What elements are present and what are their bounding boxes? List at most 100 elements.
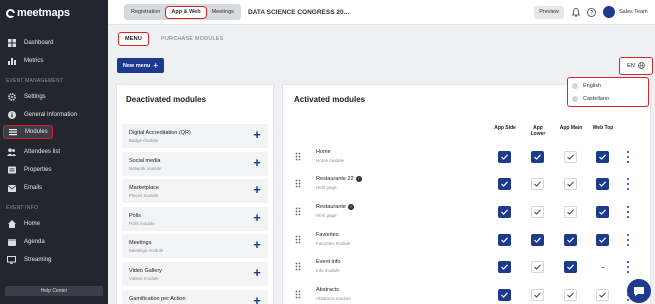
- checkbox-app-lower[interactable]: [531, 261, 544, 273]
- checkbox-app-lower[interactable]: [531, 151, 544, 163]
- preview-button[interactable]: Preview: [534, 6, 564, 19]
- add-module-button[interactable]: +: [252, 211, 262, 224]
- checkbox-app-main[interactable]: [564, 289, 577, 301]
- language-option-castellano[interactable]: Castellano: [568, 92, 648, 105]
- sidebar-item-settings[interactable]: Settings: [3, 90, 105, 104]
- avatar: [603, 6, 615, 18]
- checkbox-web-top-disabled: [596, 261, 609, 273]
- sidebar-item-label: Settings: [24, 94, 46, 100]
- language-dropdown: English Castellano: [567, 77, 649, 107]
- checkbox-web-top[interactable]: [596, 151, 609, 163]
- more-options-icon[interactable]: [626, 206, 630, 218]
- checkbox-web-top[interactable]: [596, 289, 609, 301]
- checkbox-app-main[interactable]: [564, 178, 577, 190]
- language-option-english[interactable]: English: [568, 79, 648, 92]
- sidebar-item-emails[interactable]: Emails: [3, 181, 105, 195]
- checkbox-app-lower[interactable]: [531, 206, 544, 218]
- language-current: EN: [627, 63, 635, 69]
- module-type: Network module: [129, 166, 162, 171]
- list-icon: [8, 128, 17, 137]
- sidebar-item-label: Agenda: [24, 239, 45, 245]
- drag-handle-icon[interactable]: [295, 179, 301, 188]
- checkbox-app-side[interactable]: [498, 178, 511, 190]
- brand-logo[interactable]: meetmaps: [6, 7, 70, 19]
- add-module-button[interactable]: +: [252, 238, 262, 251]
- language-selector[interactable]: EN: [619, 57, 653, 75]
- checkbox-app-main[interactable]: [564, 206, 577, 218]
- sidebar-item-attendees-list[interactable]: Attendees list: [3, 145, 105, 159]
- sidebar-item-general-information[interactable]: General Information: [3, 108, 105, 122]
- module-name: Abstracts: [316, 287, 339, 293]
- add-module-button[interactable]: +: [252, 266, 262, 279]
- drag-handle-icon[interactable]: [295, 207, 301, 216]
- sidebar-item-metrics[interactable]: Metrics: [3, 54, 105, 68]
- list-item: Gamification per Action +: [122, 290, 268, 304]
- drag-handle-icon[interactable]: [295, 152, 301, 161]
- info-icon[interactable]: i: [355, 176, 362, 182]
- sidebar-item-label: Modules: [25, 129, 48, 135]
- module-name: Marketplace: [129, 185, 159, 191]
- brand-name: meetmaps: [17, 7, 70, 19]
- checkbox-app-lower[interactable]: [531, 234, 544, 246]
- module-name: Polls: [129, 213, 141, 219]
- sidebar-item-agenda[interactable]: Agenda: [3, 235, 105, 249]
- section-label-event-info: EVENT INFO: [6, 205, 38, 211]
- new-menu-button[interactable]: New menu +: [117, 58, 164, 73]
- more-options-icon[interactable]: [626, 234, 630, 246]
- more-options-icon[interactable]: [626, 261, 630, 273]
- sidebar-item-streaming[interactable]: Streaming: [3, 253, 105, 267]
- column-header-app-side: App Side: [494, 125, 516, 131]
- help-center-button[interactable]: Help Center: [5, 286, 103, 296]
- more-options-icon[interactable]: [626, 178, 630, 190]
- tab-registration[interactable]: Registration: [126, 6, 165, 18]
- checkbox-web-top[interactable]: [596, 178, 609, 190]
- list-item: Meetings Meetings module +: [122, 234, 268, 258]
- module-type: Badge module: [129, 138, 159, 143]
- calendar-icon: [7, 238, 16, 247]
- table-row: Favorites Favorites module: [290, 227, 645, 253]
- drag-handle-icon[interactable]: [295, 235, 301, 244]
- tab-purchase-modules[interactable]: PURCHASE MODULES: [161, 36, 224, 42]
- checkbox-app-lower[interactable]: [531, 289, 544, 301]
- checkbox-app-side[interactable]: [498, 261, 511, 273]
- module-name: Video Gallery: [129, 268, 162, 274]
- checkbox-app-main[interactable]: [564, 261, 577, 273]
- bell-icon[interactable]: [571, 8, 581, 17]
- checkbox-web-top[interactable]: [596, 234, 609, 246]
- chat-button[interactable]: [627, 279, 651, 303]
- event-title[interactable]: DATA SCIENCE CONGRESS 20...: [248, 9, 349, 16]
- add-module-button[interactable]: +: [252, 183, 262, 196]
- table-row: Restaurante 22 i Html page: [290, 171, 645, 197]
- module-type: Html page: [316, 213, 337, 218]
- add-module-button[interactable]: +: [252, 128, 262, 141]
- info-icon[interactable]: i: [347, 204, 354, 210]
- more-options-icon[interactable]: [626, 151, 630, 163]
- screen-icon: [7, 256, 16, 265]
- users-icon: [7, 148, 16, 157]
- checkbox-app-lower[interactable]: [531, 178, 544, 190]
- home-icon: [7, 220, 16, 229]
- sidebar-item-dashboard[interactable]: Dashboard: [3, 36, 105, 50]
- checkbox-app-side[interactable]: [498, 234, 511, 246]
- tab-app-web[interactable]: App & Web: [165, 5, 207, 19]
- sidebar-item-home[interactable]: Home: [3, 217, 105, 231]
- radio-icon: [572, 82, 578, 89]
- add-module-button[interactable]: +: [252, 294, 262, 304]
- checkbox-app-side[interactable]: [498, 151, 511, 163]
- sidebar-item-properties[interactable]: Properties: [3, 163, 105, 177]
- sidebar-item-modules[interactable]: Modules: [3, 125, 53, 139]
- help-icon[interactable]: ?: [587, 8, 596, 17]
- checkbox-app-side[interactable]: [498, 289, 511, 301]
- column-header-app-lower: App Lower: [530, 125, 546, 137]
- checkbox-app-side[interactable]: [498, 206, 511, 218]
- checkbox-web-top[interactable]: [596, 206, 609, 218]
- module-type: Abstracts module: [316, 296, 351, 301]
- checkbox-app-main[interactable]: [564, 234, 577, 246]
- drag-handle-icon[interactable]: [295, 290, 301, 299]
- add-module-button[interactable]: +: [252, 156, 262, 169]
- checkbox-app-main[interactable]: [564, 151, 577, 163]
- tab-meetings[interactable]: Meetings: [207, 6, 239, 18]
- tab-menu[interactable]: MENU: [118, 32, 149, 46]
- user-menu[interactable]: Sales Team: [603, 6, 648, 18]
- drag-handle-icon[interactable]: [295, 262, 301, 271]
